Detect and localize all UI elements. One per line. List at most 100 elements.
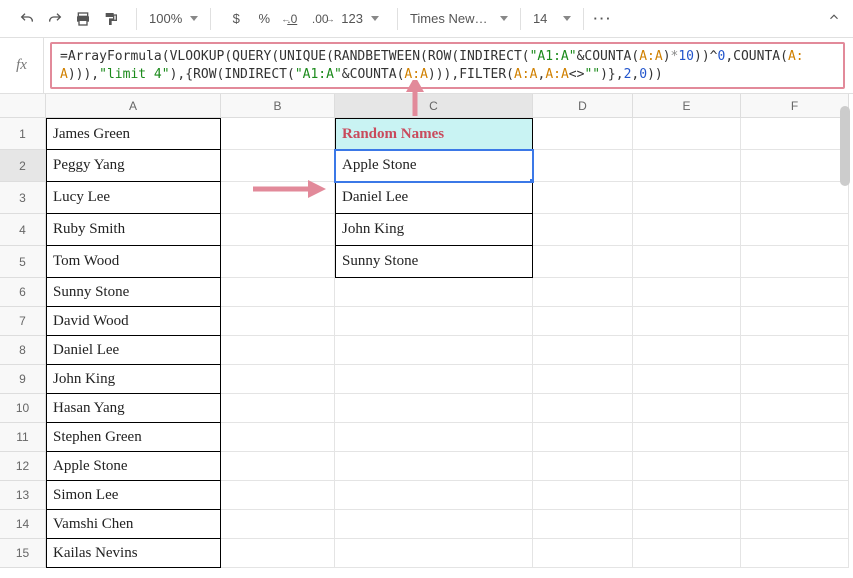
formula-input[interactable]: =ArrayFormula(VLOOKUP(QUERY(UNIQUE(RANDB… bbox=[50, 42, 845, 89]
cell[interactable] bbox=[741, 118, 849, 150]
cell[interactable]: Stephen Green bbox=[46, 423, 221, 452]
cell[interactable] bbox=[533, 150, 633, 182]
cell[interactable] bbox=[741, 214, 849, 246]
row-header[interactable]: 3 bbox=[0, 182, 46, 214]
cell[interactable] bbox=[335, 510, 533, 539]
row-header[interactable]: 11 bbox=[0, 423, 46, 452]
row-header[interactable]: 13 bbox=[0, 481, 46, 510]
cell[interactable] bbox=[741, 307, 849, 336]
cell[interactable] bbox=[741, 150, 849, 182]
cell[interactable] bbox=[335, 394, 533, 423]
cell[interactable]: James Green bbox=[46, 118, 221, 150]
cell[interactable]: Random Names bbox=[335, 118, 533, 150]
row-header[interactable]: 2 bbox=[0, 150, 46, 182]
row-header[interactable]: 9 bbox=[0, 365, 46, 394]
cell[interactable] bbox=[741, 481, 849, 510]
cell[interactable] bbox=[533, 510, 633, 539]
scroll-thumb[interactable] bbox=[840, 106, 850, 186]
cell[interactable] bbox=[335, 423, 533, 452]
cell[interactable] bbox=[335, 278, 533, 307]
row-header[interactable]: 15 bbox=[0, 539, 46, 568]
currency-button[interactable]: $ bbox=[223, 6, 249, 32]
cell[interactable] bbox=[633, 365, 741, 394]
decrease-decimal-button[interactable]: .0← bbox=[279, 6, 305, 32]
cell[interactable] bbox=[221, 182, 335, 214]
cell[interactable] bbox=[533, 365, 633, 394]
cell[interactable] bbox=[741, 278, 849, 307]
cell[interactable] bbox=[221, 336, 335, 365]
cell[interactable]: Sunny Stone bbox=[335, 246, 533, 278]
cell[interactable] bbox=[741, 423, 849, 452]
font-family-dropdown[interactable]: Times New… bbox=[404, 11, 514, 26]
redo-button[interactable] bbox=[42, 6, 68, 32]
cell[interactable] bbox=[633, 452, 741, 481]
cell[interactable]: Kailas Nevins bbox=[46, 539, 221, 568]
cell[interactable] bbox=[633, 118, 741, 150]
cell[interactable]: Apple Stone bbox=[46, 452, 221, 481]
row-header[interactable]: 6 bbox=[0, 278, 46, 307]
cell[interactable] bbox=[221, 118, 335, 150]
row-header[interactable]: 10 bbox=[0, 394, 46, 423]
increase-decimal-button[interactable]: .00→ bbox=[307, 6, 333, 32]
cell[interactable]: John King bbox=[46, 365, 221, 394]
cell[interactable] bbox=[221, 452, 335, 481]
cell[interactable] bbox=[633, 246, 741, 278]
cell[interactable] bbox=[533, 423, 633, 452]
font-size-dropdown[interactable]: 14 bbox=[527, 11, 577, 26]
cell[interactable] bbox=[221, 510, 335, 539]
more-tools-button[interactable]: ··· bbox=[590, 6, 616, 32]
cell[interactable] bbox=[741, 539, 849, 568]
cell[interactable] bbox=[533, 539, 633, 568]
cell[interactable] bbox=[335, 336, 533, 365]
cell[interactable] bbox=[221, 481, 335, 510]
cell[interactable]: Tom Wood bbox=[46, 246, 221, 278]
cell[interactable]: Simon Lee bbox=[46, 481, 221, 510]
cell[interactable]: Peggy Yang bbox=[46, 150, 221, 182]
cell[interactable] bbox=[633, 278, 741, 307]
col-header-b[interactable]: B bbox=[221, 94, 335, 118]
cell[interactable] bbox=[633, 423, 741, 452]
cell[interactable] bbox=[221, 394, 335, 423]
cell[interactable] bbox=[633, 214, 741, 246]
col-header-f[interactable]: F bbox=[741, 94, 849, 118]
cell[interactable]: Ruby Smith bbox=[46, 214, 221, 246]
cell[interactable] bbox=[741, 365, 849, 394]
row-header[interactable]: 4 bbox=[0, 214, 46, 246]
col-header-a[interactable]: A bbox=[46, 94, 221, 118]
cell[interactable] bbox=[221, 246, 335, 278]
cell[interactable] bbox=[533, 246, 633, 278]
row-header[interactable]: 1 bbox=[0, 118, 46, 150]
cell[interactable] bbox=[221, 307, 335, 336]
undo-button[interactable] bbox=[14, 6, 40, 32]
cell[interactable] bbox=[221, 423, 335, 452]
cell[interactable] bbox=[335, 539, 533, 568]
cell[interactable] bbox=[633, 481, 741, 510]
cell[interactable]: Lucy Lee bbox=[46, 182, 221, 214]
zoom-dropdown[interactable]: 100% bbox=[143, 11, 204, 26]
col-header-e[interactable]: E bbox=[633, 94, 741, 118]
cell[interactable] bbox=[533, 182, 633, 214]
cell[interactable] bbox=[335, 307, 533, 336]
cell[interactable] bbox=[741, 394, 849, 423]
cell[interactable] bbox=[741, 336, 849, 365]
cell[interactable] bbox=[221, 214, 335, 246]
cell[interactable] bbox=[533, 394, 633, 423]
row-header[interactable]: 8 bbox=[0, 336, 46, 365]
row-header[interactable]: 7 bbox=[0, 307, 46, 336]
cell[interactable] bbox=[533, 118, 633, 150]
cell[interactable] bbox=[741, 246, 849, 278]
row-header[interactable]: 12 bbox=[0, 452, 46, 481]
print-button[interactable] bbox=[70, 6, 96, 32]
cell[interactable]: Daniel Lee bbox=[46, 336, 221, 365]
cell[interactable]: David Wood bbox=[46, 307, 221, 336]
cell[interactable]: Vamshi Chen bbox=[46, 510, 221, 539]
col-header-d[interactable]: D bbox=[533, 94, 633, 118]
cell[interactable] bbox=[633, 394, 741, 423]
cell[interactable] bbox=[533, 481, 633, 510]
cell[interactable] bbox=[335, 365, 533, 394]
cell[interactable] bbox=[335, 481, 533, 510]
collapse-toolbar-button[interactable] bbox=[827, 10, 841, 27]
cell[interactable] bbox=[741, 452, 849, 481]
cell[interactable] bbox=[221, 278, 335, 307]
cell[interactable] bbox=[221, 539, 335, 568]
